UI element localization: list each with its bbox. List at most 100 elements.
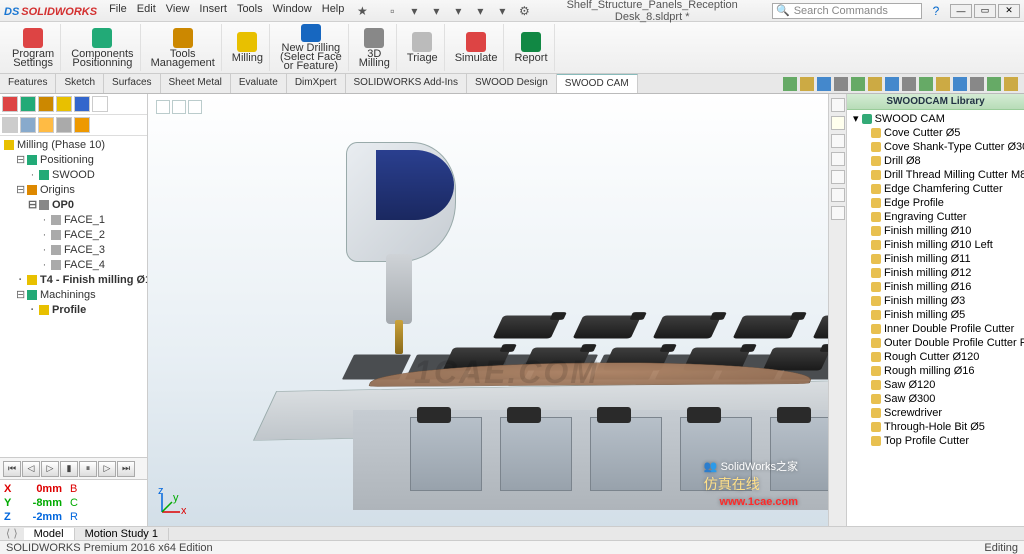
print-icon[interactable]: ▾: [450, 3, 466, 19]
ribbon-program[interactable]: Program Settings: [6, 24, 61, 71]
view-tool-icon[interactable]: [970, 77, 984, 91]
ribbon-new-drilling[interactable]: New Drilling (Select Face or Feature): [274, 24, 349, 71]
lib-item[interactable]: Screwdriver: [853, 406, 1022, 420]
view-tool-icon[interactable]: [868, 77, 882, 91]
view-tool-icon[interactable]: [1004, 77, 1018, 91]
taskpane-forum-icon[interactable]: [831, 188, 845, 202]
tab-swood-cam[interactable]: SWOOD CAM: [557, 74, 638, 93]
lib-item[interactable]: Inner Double Profile Cutter: [853, 322, 1022, 336]
tab-dimxpert[interactable]: DimXpert: [287, 74, 346, 93]
options-icon[interactable]: ▾: [494, 3, 510, 19]
taskpane-view-icon[interactable]: [831, 134, 845, 148]
tab-config-icon[interactable]: [38, 96, 54, 112]
view-tool-icon[interactable]: [783, 77, 797, 91]
library-tree[interactable]: ▾ SWOOD CAMCove Cutter Ø5Cove Shank-Type…: [847, 110, 1024, 450]
taskpane-custom-icon[interactable]: [831, 170, 845, 184]
tree-node[interactable]: ·FACE_3: [4, 243, 145, 258]
lib-root[interactable]: ▾ SWOOD CAM: [853, 112, 1022, 126]
lib-item[interactable]: Finish milling Ø3: [853, 294, 1022, 308]
view-tool-icon[interactable]: [851, 77, 865, 91]
tab-cam5-icon[interactable]: [74, 117, 90, 133]
taskpane-lib-icon[interactable]: [831, 116, 845, 130]
view-tool-icon[interactable]: [800, 77, 814, 91]
ribbon-components[interactable]: Components Positionning: [65, 24, 140, 71]
ribbon-milling[interactable]: Milling: [226, 24, 270, 71]
tab-sheet-metal[interactable]: Sheet Metal: [161, 74, 231, 93]
lib-item[interactable]: Drill Ø8: [853, 154, 1022, 168]
lib-item[interactable]: Cove Shank-Type Cutter Ø30: [853, 140, 1022, 154]
pb-next-button[interactable]: ▷: [98, 461, 116, 477]
view-tool-icon[interactable]: [902, 77, 916, 91]
view-tool-icon[interactable]: [834, 77, 848, 91]
pb-play-button[interactable]: ▷: [41, 461, 59, 477]
lib-item[interactable]: Finish milling Ø5: [853, 308, 1022, 322]
search-commands-input[interactable]: 🔍Search Commands: [772, 3, 922, 19]
tree-node[interactable]: ·SWOOD: [4, 168, 145, 183]
tree-node[interactable]: ⊟Origins: [4, 183, 145, 198]
lib-item[interactable]: Finish milling Ø12: [853, 266, 1022, 280]
lib-item[interactable]: Cove Cutter Ø5: [853, 126, 1022, 140]
tab-sketch[interactable]: Sketch: [56, 74, 104, 93]
view-tool-icon[interactable]: [936, 77, 950, 91]
tree-node[interactable]: ·FACE_2: [4, 228, 145, 243]
rebuild-icon[interactable]: ▾: [472, 3, 488, 19]
tree-node[interactable]: ⊟Positioning: [4, 153, 145, 168]
help-icon[interactable]: ?: [928, 3, 944, 19]
ribbon-simulate[interactable]: Simulate: [449, 24, 505, 71]
lib-item[interactable]: Outer Double Profile Cutter R3: [853, 336, 1022, 350]
lib-item[interactable]: Edge Chamfering Cutter: [853, 182, 1022, 196]
tree-node[interactable]: ·T4 - Finish milling Ø16: [4, 273, 145, 288]
close-button[interactable]: ✕: [998, 4, 1020, 18]
pb-first-button[interactable]: ⏮: [3, 461, 21, 477]
tab-more-icon[interactable]: [92, 96, 108, 112]
lib-item[interactable]: Saw Ø300: [853, 392, 1022, 406]
lib-item[interactable]: Finish milling Ø10 Left: [853, 238, 1022, 252]
lib-item[interactable]: Through-Hole Bit Ø5: [853, 420, 1022, 434]
view-tool-icon[interactable]: [885, 77, 899, 91]
lib-item[interactable]: Edge Profile: [853, 196, 1022, 210]
tab-cam3-icon[interactable]: [38, 117, 54, 133]
tree-node[interactable]: ⊟OP0: [4, 198, 145, 213]
pb-prev-button[interactable]: ◁: [22, 461, 40, 477]
tab-solidworks-add-ins[interactable]: SOLIDWORKS Add-Ins: [346, 74, 467, 93]
lib-item[interactable]: Top Profile Cutter: [853, 434, 1022, 448]
pb-last-button[interactable]: ⏭: [117, 461, 135, 477]
pb-pause-button[interactable]: ⏸: [79, 461, 97, 477]
tab-display-icon[interactable]: [74, 96, 90, 112]
minimize-button[interactable]: —: [950, 4, 972, 18]
pb-stop-button[interactable]: ▮: [60, 461, 78, 477]
graphics-viewport[interactable]: 1CAE.COM x z y ✶ 👥 SolidWorks之家 仿真在线 www…: [148, 94, 828, 526]
view-tool-icon[interactable]: [919, 77, 933, 91]
tree-node[interactable]: ·FACE_4: [4, 258, 145, 273]
tree-node[interactable]: ·Profile: [4, 303, 145, 318]
view-tool-icon[interactable]: [987, 77, 1001, 91]
settings-gear-icon[interactable]: ⚙: [516, 3, 532, 19]
lib-item[interactable]: Finish milling Ø10: [853, 224, 1022, 238]
menu-view[interactable]: View: [166, 3, 190, 19]
tab-dim-icon[interactable]: [56, 96, 72, 112]
restore-button[interactable]: ▭: [974, 4, 996, 18]
view-tool-icon[interactable]: [817, 77, 831, 91]
tab-features[interactable]: Features: [0, 74, 56, 93]
save-icon[interactable]: ▾: [428, 3, 444, 19]
lib-item[interactable]: Finish milling Ø16: [853, 280, 1022, 294]
new-icon[interactable]: ▫: [384, 3, 400, 19]
tab-motion-study[interactable]: Motion Study 1: [75, 528, 169, 540]
lib-item[interactable]: Rough milling Ø16: [853, 364, 1022, 378]
tab-model[interactable]: Model: [24, 528, 75, 540]
menu-window[interactable]: Window: [273, 3, 312, 19]
tab-cam1-icon[interactable]: [2, 117, 18, 133]
tree-node[interactable]: ·FACE_1: [4, 213, 145, 228]
taskpane-appearance-icon[interactable]: [831, 152, 845, 166]
ribbon-3d[interactable]: 3D Milling: [353, 24, 397, 71]
tree-root[interactable]: Milling (Phase 10): [4, 138, 145, 153]
tab-cam2-icon[interactable]: [20, 117, 36, 133]
tab-property-icon[interactable]: [20, 96, 36, 112]
taskpane-home-icon[interactable]: [831, 98, 845, 112]
lib-item[interactable]: Finish milling Ø11: [853, 252, 1022, 266]
menu-search-icon[interactable]: ★: [354, 3, 370, 19]
tab-evaluate[interactable]: Evaluate: [231, 74, 287, 93]
tab-swood-design[interactable]: SWOOD Design: [467, 74, 557, 93]
lib-item[interactable]: Engraving Cutter: [853, 210, 1022, 224]
open-icon[interactable]: ▾: [406, 3, 422, 19]
